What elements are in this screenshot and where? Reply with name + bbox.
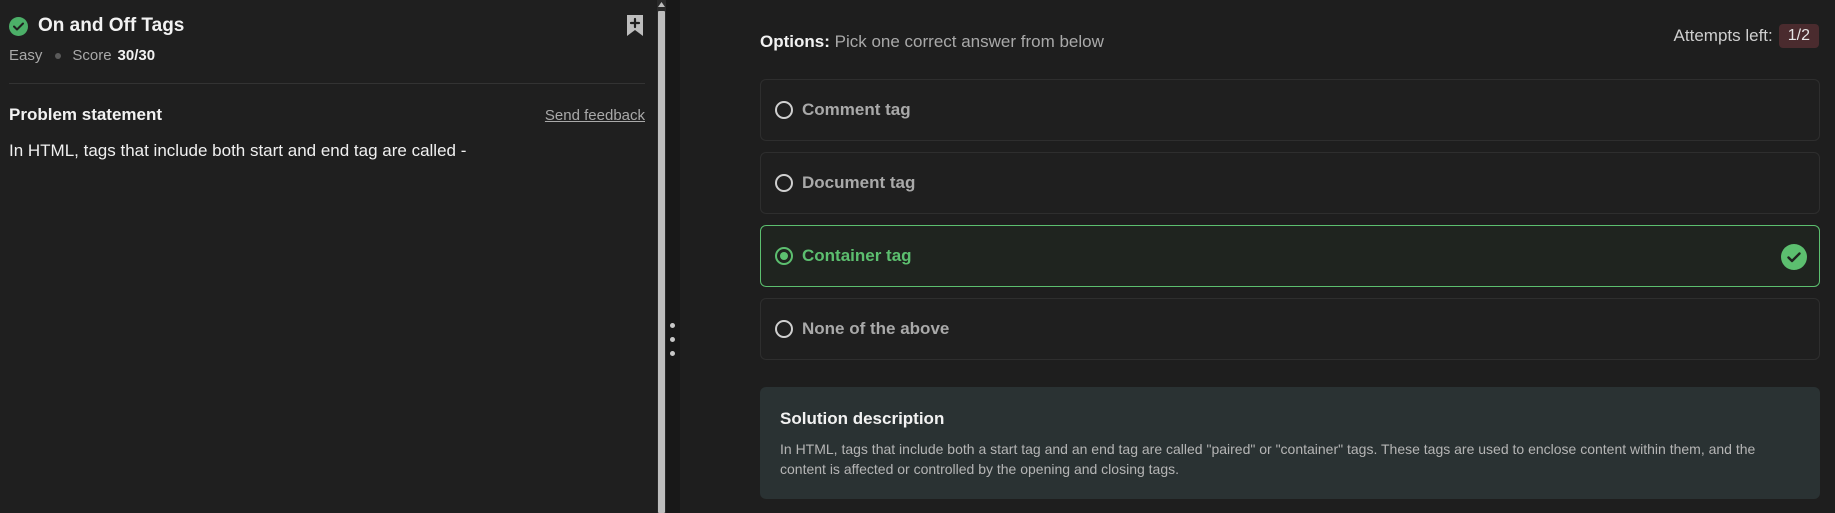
- radio-button[interactable]: [775, 174, 793, 192]
- solution-title: Solution description: [780, 409, 945, 428]
- option-document-tag[interactable]: Document tag: [760, 152, 1820, 214]
- pane-resizer-handle[interactable]: [666, 0, 680, 513]
- divider: [9, 83, 645, 84]
- options-instruction: Pick one correct answer from below: [834, 32, 1104, 51]
- title-row: On and Off Tags: [9, 12, 645, 40]
- send-feedback-link[interactable]: Send feedback: [545, 107, 645, 124]
- radio-button[interactable]: [775, 101, 793, 119]
- option-label: Document tag: [802, 173, 916, 192]
- option-none-of-the-above[interactable]: None of the above: [760, 298, 1820, 360]
- options-pane: Options: Pick one correct answer from be…: [680, 0, 1835, 513]
- problem-pane: On and Off Tags Easy Score 30/30 Problem…: [0, 0, 656, 513]
- scroll-up-arrow-icon[interactable]: [658, 0, 665, 9]
- score-value: 30/30: [117, 47, 156, 64]
- difficulty-label: Easy: [9, 47, 43, 64]
- app-root: On and Off Tags Easy Score 30/30 Problem…: [0, 0, 1835, 513]
- separator-dot: [55, 52, 62, 59]
- drag-handle-icon: [670, 323, 675, 356]
- left-pane-scrollbar[interactable]: [657, 0, 666, 513]
- statement-heading: Problem statement: [9, 105, 163, 124]
- options-label: Options:: [760, 32, 830, 51]
- attempts-left: Attempts left: 1/2: [1674, 24, 1819, 48]
- attempts-label: Attempts left:: [1673, 26, 1773, 45]
- option-comment-tag[interactable]: Comment tag: [760, 79, 1820, 141]
- radio-button[interactable]: [775, 320, 793, 338]
- problem-header: On and Off Tags Easy Score 30/30: [9, 12, 645, 64]
- solution-text: In HTML, tags that include both a start …: [780, 441, 1756, 477]
- attempts-badge: 1/2: [1778, 24, 1819, 48]
- radio-button-selected[interactable]: [775, 247, 793, 265]
- correct-check-icon: [1781, 244, 1807, 270]
- option-label: Container tag: [802, 246, 912, 265]
- option-label: Comment tag: [802, 100, 911, 119]
- bookmark-plus-icon[interactable]: [625, 14, 645, 38]
- score-label: Score: [72, 47, 112, 64]
- option-container-tag[interactable]: Container tag: [760, 225, 1820, 287]
- problem-statement-text: In HTML, tags that include both start an…: [9, 141, 467, 160]
- solution-description: Solution description In HTML, tags that …: [760, 387, 1820, 499]
- statement-header: Problem statement Send feedback: [9, 105, 645, 125]
- scrollbar-thumb[interactable]: [658, 11, 665, 513]
- problem-title: On and Off Tags: [38, 15, 185, 36]
- option-label: None of the above: [802, 319, 950, 338]
- problem-meta: Easy Score 30/30: [9, 47, 645, 64]
- options-header: Options: Pick one correct answer from be…: [760, 32, 1104, 52]
- solved-check-icon: [9, 16, 28, 36]
